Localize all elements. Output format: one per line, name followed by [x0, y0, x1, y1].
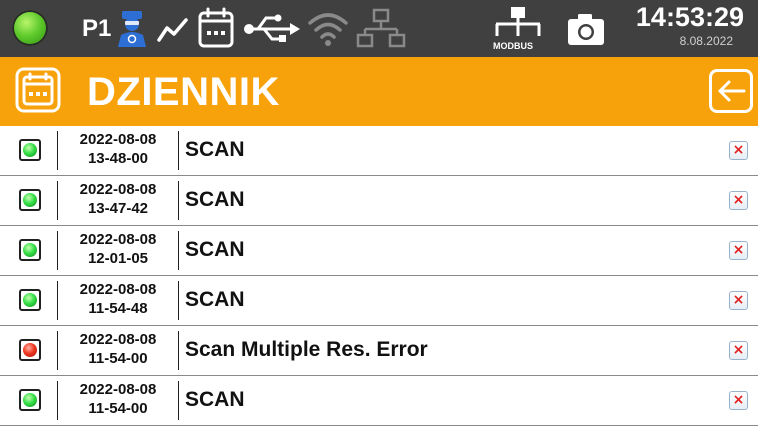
log-time: 13-48-00 — [87, 150, 149, 167]
column-divider — [178, 231, 179, 270]
close-icon: × — [732, 292, 745, 308]
status-indicator — [19, 389, 41, 411]
log-date: 2022-08-08 — [79, 381, 157, 398]
close-icon: × — [732, 242, 745, 258]
close-icon: × — [732, 392, 745, 408]
delete-button[interactable]: × — [729, 391, 748, 410]
log-date: 2022-08-08 — [79, 281, 157, 298]
log-timestamp: 2022-08-08 11-54-00 — [58, 380, 178, 418]
clock-time: 14:53:29 — [635, 2, 744, 32]
status-bar: P1 MODBUS 14:53:29 8.08.2022 — [0, 0, 758, 57]
user-avatar-icon[interactable] — [114, 9, 150, 49]
log-date: 2022-08-08 — [79, 231, 157, 248]
calendar-icon[interactable] — [196, 6, 236, 50]
log-message: SCAN — [185, 288, 245, 311]
log-date: 2022-08-08 — [79, 181, 157, 198]
status-ok-icon — [23, 143, 37, 157]
status-ok-icon — [23, 393, 37, 407]
network-icon — [356, 8, 406, 48]
status-ok-icon — [23, 243, 37, 257]
status-error-icon — [23, 343, 37, 357]
log-time: 13-47-42 — [87, 200, 149, 217]
column-divider — [178, 331, 179, 370]
log-row[interactable]: 2022-08-08 12-01-05 SCAN × — [0, 226, 758, 276]
log-message: SCAN — [185, 238, 245, 261]
status-indicator — [19, 189, 41, 211]
clock-date: 8.08.2022 — [679, 34, 733, 48]
status-indicator — [19, 289, 41, 311]
delete-button[interactable]: × — [729, 341, 748, 360]
log-row[interactable]: 2022-08-08 11-54-48 SCAN × — [0, 276, 758, 326]
usb-icon — [244, 14, 300, 42]
log-timestamp: 2022-08-08 13-48-00 — [58, 130, 178, 168]
modbus-icon — [495, 7, 541, 36]
status-ok-icon — [23, 293, 37, 307]
log-time: 11-54-00 — [88, 350, 148, 367]
arrow-left-icon — [718, 80, 746, 102]
delete-button[interactable]: × — [729, 291, 748, 310]
log-timestamp: 2022-08-08 11-54-48 — [58, 280, 178, 318]
column-divider — [178, 381, 179, 420]
delete-button[interactable]: × — [729, 141, 748, 160]
delete-button[interactable]: × — [729, 241, 748, 260]
column-divider — [178, 181, 179, 220]
status-indicator — [19, 139, 41, 161]
status-ok-icon — [23, 193, 37, 207]
trend-chart-icon[interactable] — [156, 12, 190, 46]
title-bar: DZIENNIK — [0, 57, 758, 126]
log-message: SCAN — [185, 188, 245, 211]
journal-calendar-icon — [15, 67, 61, 113]
column-divider — [178, 281, 179, 320]
delete-button[interactable]: × — [729, 191, 748, 210]
log-timestamp: 2022-08-08 12-01-05 — [58, 230, 178, 268]
close-icon: × — [732, 142, 745, 158]
close-icon: × — [732, 192, 745, 208]
camera-icon[interactable] — [566, 11, 606, 47]
close-icon: × — [732, 342, 745, 358]
log-message: SCAN — [185, 138, 245, 161]
log-date: 2022-08-08 — [79, 131, 157, 148]
log-row[interactable]: 2022-08-08 13-48-00 SCAN × — [0, 126, 758, 176]
back-button[interactable] — [709, 69, 753, 113]
log-timestamp: 2022-08-08 13-47-42 — [58, 180, 178, 218]
wifi-icon — [308, 13, 348, 46]
log-row[interactable]: 2022-08-08 11-54-00 Scan Multiple Res. E… — [0, 326, 758, 376]
status-indicator — [19, 339, 41, 361]
log-message: Scan Multiple Res. Error — [185, 338, 428, 361]
log-time: 12-01-05 — [87, 250, 149, 267]
log-date: 2022-08-08 — [79, 331, 157, 348]
log-timestamp: 2022-08-08 11-54-00 — [58, 330, 178, 368]
log-row[interactable]: 2022-08-08 11-54-00 SCAN × — [0, 376, 758, 426]
page-title: DZIENNIK — [87, 70, 280, 114]
log-time: 11-54-48 — [88, 300, 148, 317]
column-divider — [178, 131, 179, 170]
modbus-label: MODBUS — [493, 41, 533, 51]
log-row[interactable]: 2022-08-08 13-47-42 SCAN × — [0, 176, 758, 226]
status-led-icon — [12, 10, 48, 46]
status-indicator — [19, 239, 41, 261]
profile-label[interactable]: P1 — [82, 14, 111, 44]
log-message: SCAN — [185, 388, 245, 411]
